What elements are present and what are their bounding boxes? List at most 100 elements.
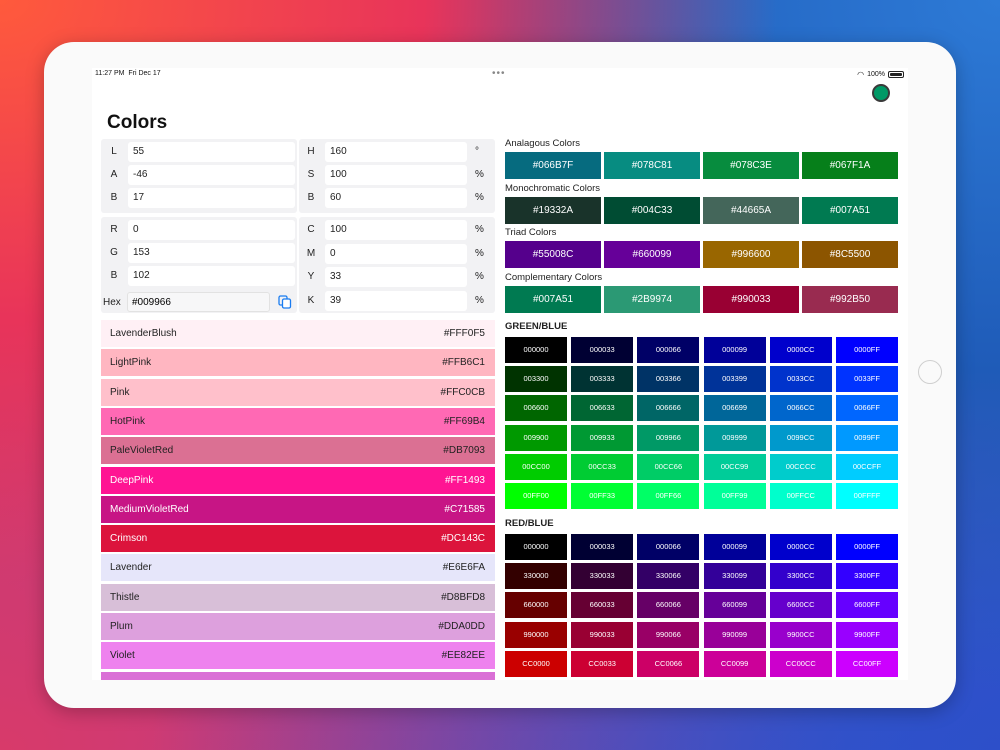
copy-icon[interactable] — [278, 295, 292, 309]
red-blue-swatch[interactable]: 990000 — [505, 621, 567, 648]
green-blue-swatch[interactable]: 00CC99 — [703, 453, 766, 480]
red-blue-swatch[interactable]: 990033 — [571, 621, 634, 648]
hsb-field-h[interactable]: 160 — [325, 142, 467, 162]
green-blue-swatch[interactable]: 00FF00 — [505, 483, 567, 509]
green-blue-swatch[interactable]: 0000CC — [769, 337, 832, 363]
scheme-color-swatch[interactable]: #078C81 — [604, 152, 700, 179]
cmyk-field-m[interactable]: 0 — [325, 243, 467, 264]
green-blue-swatch[interactable]: 006666 — [637, 395, 700, 422]
rgb-field-r[interactable]: 0 — [128, 220, 295, 240]
red-blue-swatch[interactable]: 3300CC — [769, 563, 832, 590]
red-blue-swatch[interactable]: 330000 — [505, 563, 567, 590]
red-blue-swatch[interactable]: CC0033 — [571, 650, 634, 677]
red-blue-swatch[interactable]: 3300FF — [836, 563, 898, 590]
red-blue-swatch[interactable]: 9900FF — [836, 621, 898, 648]
cmyk-field-k[interactable]: 39 — [325, 290, 467, 311]
green-blue-swatch[interactable]: 000033 — [571, 337, 634, 363]
red-blue-swatch[interactable]: 330033 — [571, 563, 634, 590]
hsb-field-s[interactable]: 100 — [325, 165, 467, 185]
green-blue-swatch[interactable]: 00FFCC — [769, 483, 832, 509]
green-blue-swatch[interactable]: 003366 — [637, 366, 700, 393]
red-blue-swatch[interactable]: CC0066 — [637, 650, 700, 677]
cmyk-field-y[interactable]: 33 — [325, 267, 467, 287]
named-color-row[interactable]: PaleVioletRed #DB7093 — [101, 437, 495, 465]
scheme-color-swatch[interactable]: #44665A — [703, 196, 799, 224]
red-blue-swatch[interactable]: 990066 — [637, 621, 700, 648]
scheme-color-swatch[interactable]: #007A51 — [505, 285, 601, 313]
named-color-row[interactable]: MediumVioletRed #C71585 — [101, 495, 495, 523]
green-blue-swatch[interactable]: 009933 — [571, 424, 634, 451]
scheme-color-swatch[interactable]: #660099 — [604, 241, 700, 268]
rgb-field-b[interactable]: 102 — [128, 266, 295, 286]
red-blue-swatch[interactable]: 660099 — [703, 592, 766, 619]
green-blue-swatch[interactable]: 009999 — [703, 424, 766, 451]
green-blue-swatch[interactable]: 00CC00 — [505, 453, 567, 480]
green-blue-swatch[interactable]: 00FF33 — [571, 483, 634, 509]
scheme-color-swatch[interactable]: #996600 — [703, 241, 799, 268]
scheme-color-swatch[interactable]: #8C5500 — [802, 241, 898, 268]
lab-field-a[interactable]: -46 — [128, 165, 295, 185]
green-blue-swatch[interactable]: 00FF99 — [703, 483, 766, 509]
red-blue-swatch[interactable]: 330099 — [703, 563, 766, 590]
red-blue-swatch[interactable]: 660033 — [571, 592, 634, 619]
green-blue-swatch[interactable]: 0099FF — [836, 424, 898, 451]
scheme-color-swatch[interactable]: #066B7F — [505, 152, 601, 179]
green-blue-swatch[interactable]: 0000FF — [836, 337, 898, 363]
named-color-row[interactable]: LightPink #FFB6C1 — [101, 349, 495, 377]
green-blue-swatch[interactable]: 00CCCC — [769, 453, 832, 480]
red-blue-swatch[interactable]: 660066 — [637, 592, 700, 619]
green-blue-swatch[interactable]: 003300 — [505, 366, 567, 393]
green-blue-swatch[interactable]: 0066CC — [769, 395, 832, 422]
named-color-row[interactable]: HotPink #FF69B4 — [101, 407, 495, 435]
green-blue-swatch[interactable]: 0066FF — [836, 395, 898, 422]
green-blue-swatch[interactable]: 00CC66 — [637, 453, 700, 480]
cmyk-field-c[interactable]: 100 — [325, 220, 467, 240]
red-blue-swatch[interactable]: 000000 — [505, 534, 567, 560]
green-blue-swatch[interactable]: 00CCFF — [836, 453, 898, 480]
green-blue-swatch[interactable]: 0099CC — [769, 424, 832, 451]
scheme-color-swatch[interactable]: #078C3E — [703, 152, 799, 179]
scheme-color-swatch[interactable]: #004C33 — [604, 196, 700, 224]
red-blue-swatch[interactable]: 0000FF — [836, 534, 898, 560]
green-blue-swatch[interactable]: 006600 — [505, 395, 567, 422]
named-color-row[interactable]: Lavender #E6E6FA — [101, 554, 495, 582]
red-blue-swatch[interactable]: 990099 — [703, 621, 766, 648]
red-blue-swatch[interactable]: 6600CC — [769, 592, 832, 619]
red-blue-swatch[interactable]: CC00FF — [836, 650, 898, 677]
green-blue-swatch[interactable]: 000066 — [637, 337, 700, 363]
scheme-color-swatch[interactable]: #992B50 — [802, 285, 898, 313]
scheme-color-swatch[interactable]: #2B9974 — [604, 285, 700, 313]
red-blue-swatch[interactable]: 6600FF — [836, 592, 898, 619]
green-blue-swatch[interactable]: 000099 — [703, 337, 766, 363]
scheme-color-swatch[interactable]: #007A51 — [802, 196, 898, 224]
red-blue-swatch[interactable]: 0000CC — [769, 534, 832, 560]
green-blue-swatch[interactable]: 000000 — [505, 337, 567, 363]
named-color-row[interactable]: Crimson #DC143C — [101, 525, 495, 553]
named-color-row[interactable]: Plum #DDA0DD — [101, 613, 495, 640]
green-blue-swatch[interactable]: 009900 — [505, 424, 567, 451]
hex-input[interactable]: #009966 — [127, 292, 270, 312]
green-blue-swatch[interactable]: 0033CC — [769, 366, 832, 393]
named-color-row-partial[interactable] — [101, 671, 495, 680]
green-blue-swatch[interactable]: 00FF66 — [637, 483, 700, 509]
named-color-row[interactable]: Pink #FFC0CB — [101, 378, 495, 406]
named-color-row[interactable]: DeepPink #FF1493 — [101, 466, 495, 494]
hsb-field-b[interactable]: 60 — [325, 188, 467, 208]
red-blue-swatch[interactable]: CC0000 — [505, 650, 567, 677]
green-blue-swatch[interactable]: 003333 — [571, 366, 634, 393]
lab-field-l[interactable]: 55 — [128, 142, 295, 162]
multitasking-dots-icon[interactable]: ••• — [492, 68, 506, 79]
home-button[interactable] — [918, 360, 942, 384]
green-blue-swatch[interactable]: 006699 — [703, 395, 766, 422]
lab-field-b[interactable]: 17 — [128, 188, 295, 208]
named-color-row[interactable]: Thistle #D8BFD8 — [101, 583, 495, 611]
green-blue-swatch[interactable]: 00FFFF — [836, 483, 898, 509]
green-blue-swatch[interactable]: 0033FF — [836, 366, 898, 393]
red-blue-swatch[interactable]: 660000 — [505, 592, 567, 619]
current-color-swatch[interactable] — [872, 84, 890, 102]
green-blue-swatch[interactable]: 009966 — [637, 424, 700, 451]
scheme-color-swatch[interactable]: #55008C — [505, 241, 601, 268]
scheme-color-swatch[interactable]: #067F1A — [802, 152, 898, 179]
scheme-color-swatch[interactable]: #990033 — [703, 285, 799, 313]
red-blue-swatch[interactable]: CC0099 — [703, 650, 766, 677]
